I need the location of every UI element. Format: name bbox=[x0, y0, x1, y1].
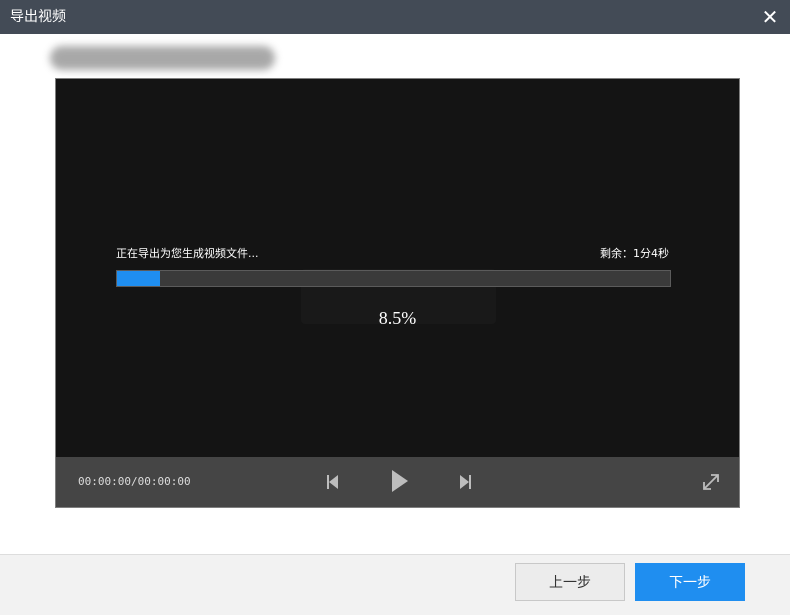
export-percent: 8.5% bbox=[378, 308, 417, 328]
player-controls: 00:00:00/00:00:00 bbox=[56, 457, 739, 507]
export-status-text: 正在导出为您生成视频文件... bbox=[116, 247, 259, 260]
previous-step-button[interactable]: 上一步 bbox=[515, 563, 625, 601]
skip-next-icon bbox=[460, 475, 471, 489]
play-icon bbox=[392, 470, 408, 492]
title-bar: 导出视频 ✕ bbox=[0, 0, 790, 34]
play-button[interactable] bbox=[389, 467, 411, 495]
export-progress-bar bbox=[116, 270, 671, 287]
skip-previous-button[interactable] bbox=[324, 471, 342, 493]
fullscreen-icon bbox=[703, 474, 719, 490]
video-player: 正在导出为您生成视频文件... 剩余：1分4秒 8.5% 00:00:00/00… bbox=[55, 78, 740, 508]
export-progress-fill bbox=[117, 271, 160, 286]
fullscreen-button[interactable] bbox=[700, 471, 722, 493]
skip-previous-icon bbox=[327, 475, 338, 489]
time-display: 00:00:00/00:00:00 bbox=[78, 475, 191, 488]
remaining-time: 剩余：1分4秒 bbox=[600, 247, 669, 260]
window-title: 导出视频 bbox=[10, 9, 66, 25]
skip-next-button[interactable] bbox=[456, 471, 474, 493]
file-name-redacted bbox=[50, 46, 275, 70]
close-icon[interactable]: ✕ bbox=[760, 6, 780, 28]
next-step-button[interactable]: 下一步 bbox=[635, 563, 745, 601]
